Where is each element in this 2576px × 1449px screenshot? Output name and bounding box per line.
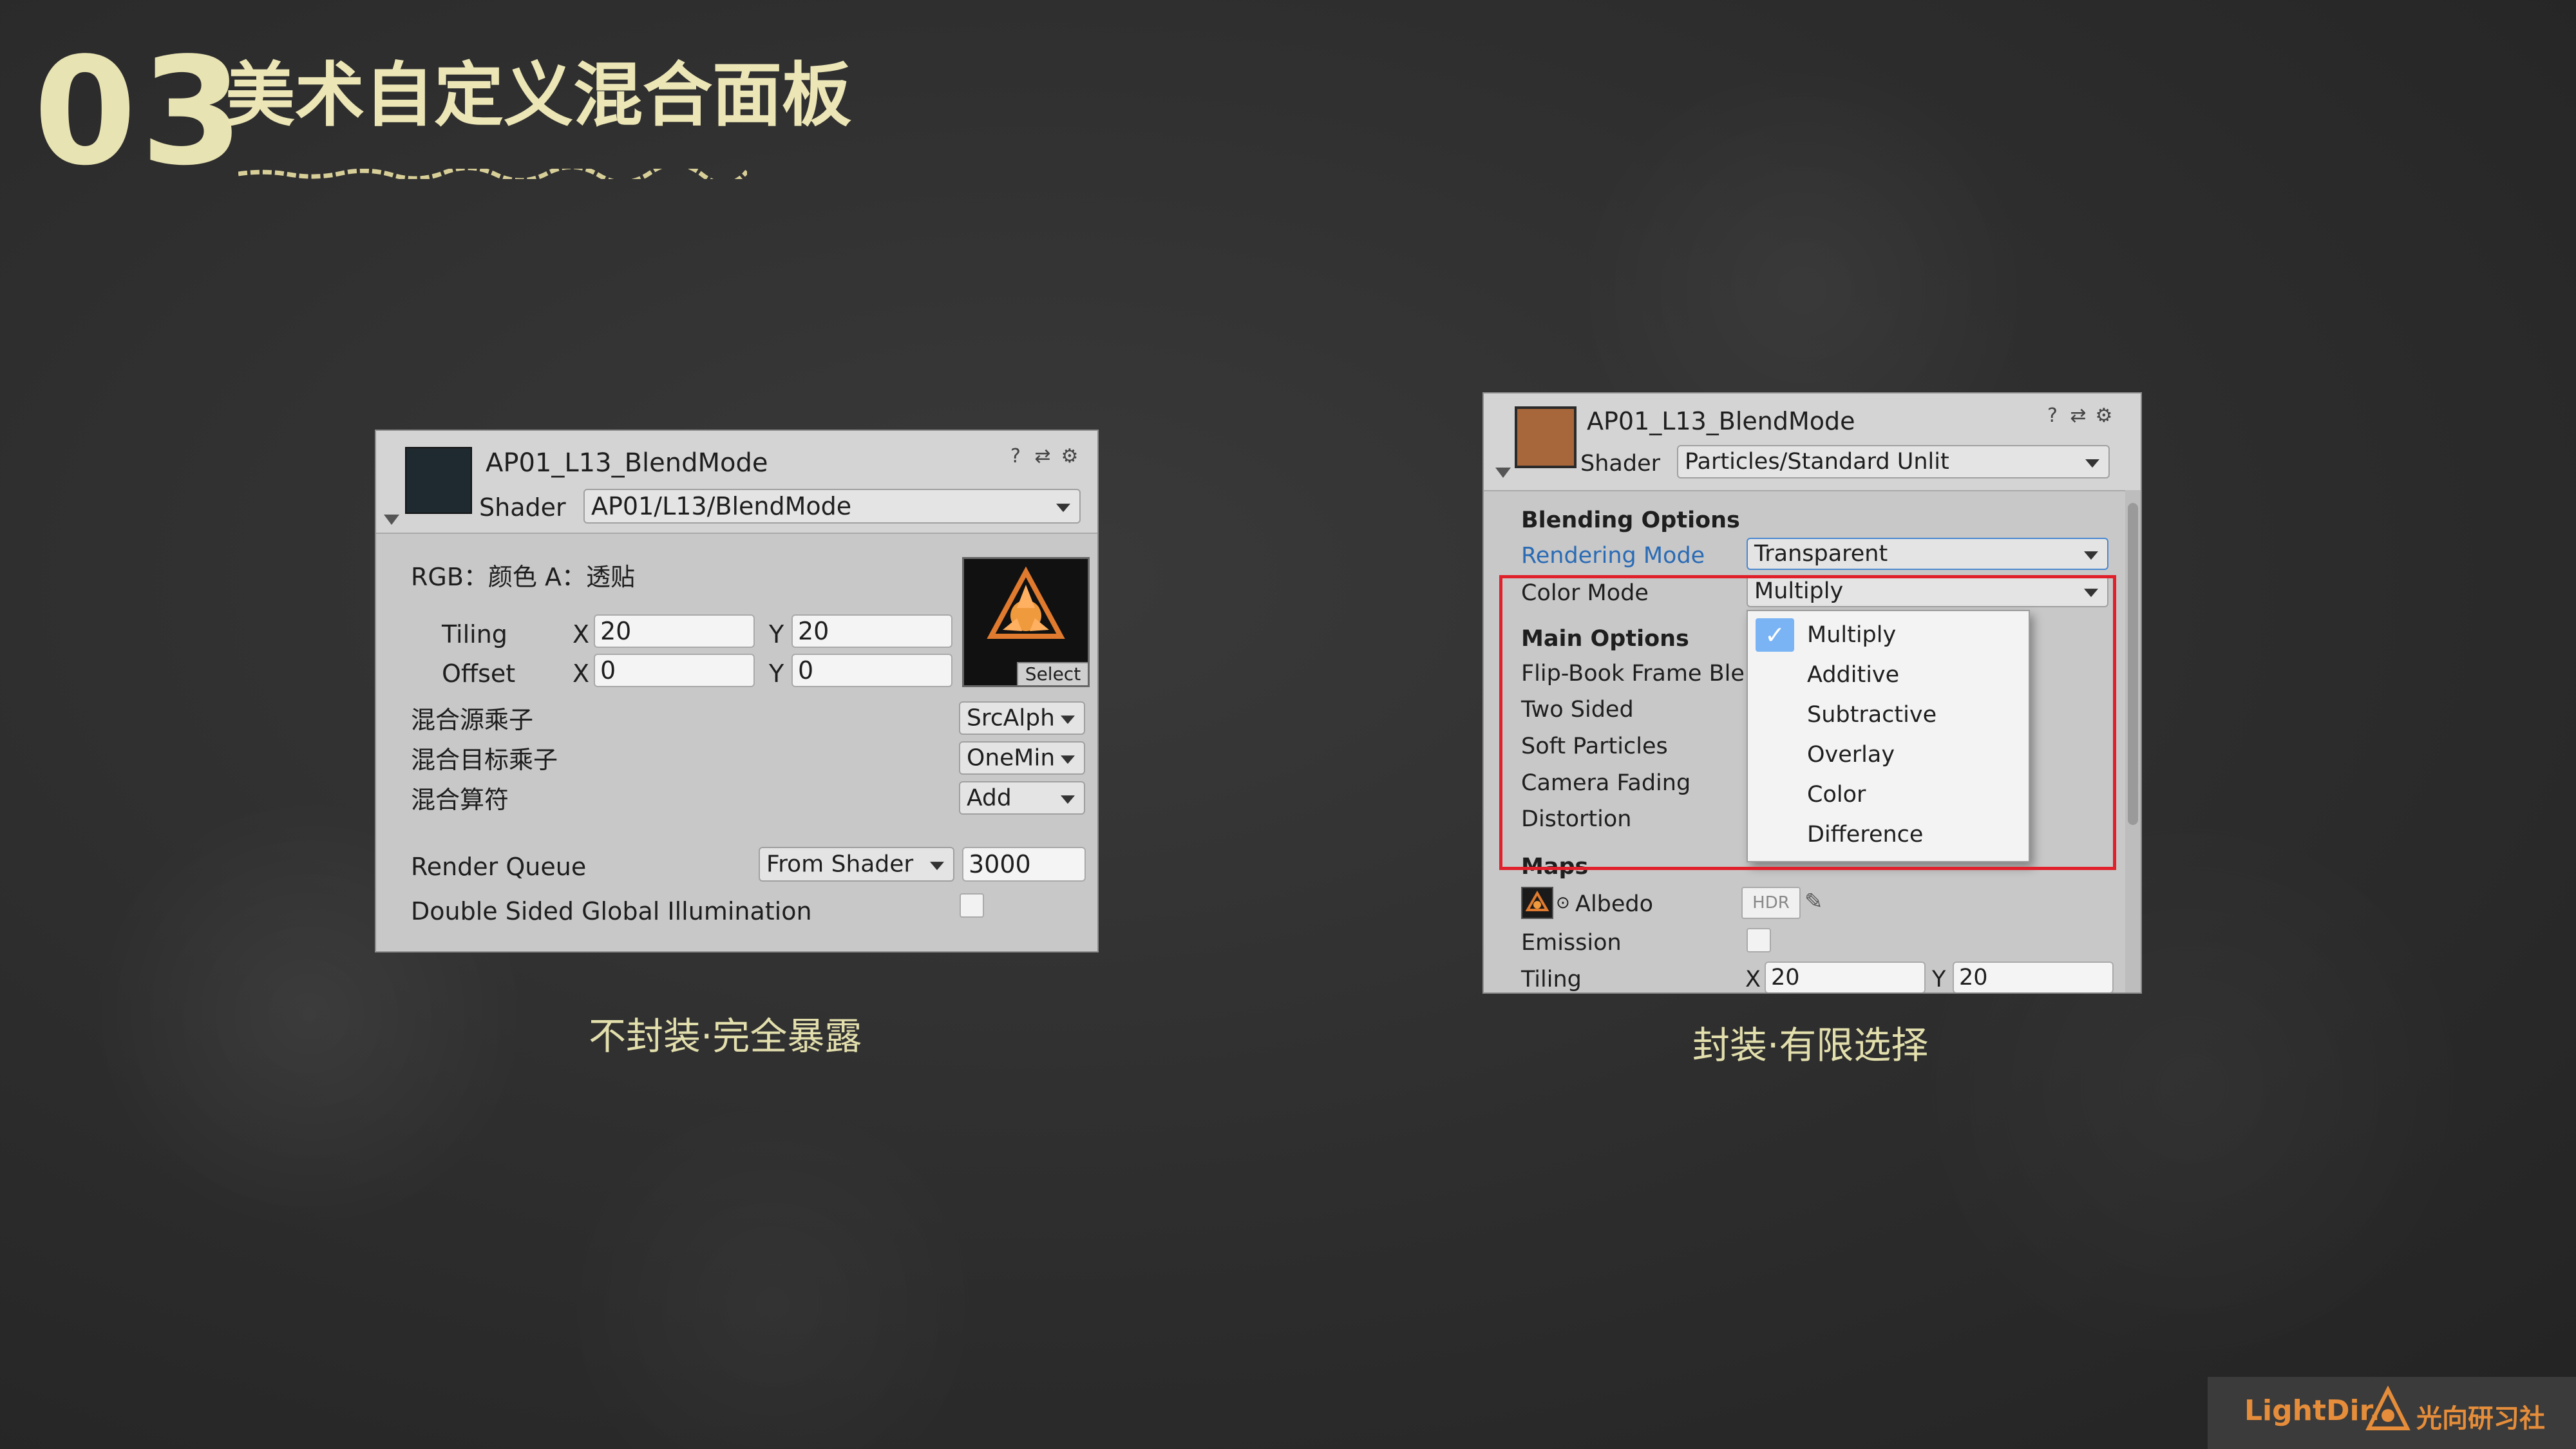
vertical-scrollbar[interactable]	[2125, 490, 2141, 992]
tiling-y-label: Y	[769, 620, 784, 649]
double-sided-gi-checkbox[interactable]	[960, 893, 984, 918]
foldout-arrow-icon[interactable]	[384, 515, 399, 525]
slide-title: 美术自定义混合面板	[225, 55, 852, 136]
title-underline	[238, 169, 747, 179]
albedo-texture-icon[interactable]	[1521, 887, 1553, 919]
chevron-down-icon	[2084, 551, 2098, 560]
tiling-y-field[interactable]: 20	[1953, 961, 2114, 992]
offset-label: Offset	[442, 659, 516, 688]
right-caption: 封装·有限选择	[1692, 1023, 1929, 1067]
tiling-x-label: X	[1745, 967, 1761, 992]
hdr-button[interactable]: HDR	[1741, 887, 1801, 919]
shader-label: Shader	[1580, 451, 1660, 477]
tiling-x-label: X	[573, 620, 590, 649]
albedo-label: Albedo	[1575, 891, 1654, 917]
preset-icon[interactable]: ⇄	[2069, 406, 2088, 426]
slide-number: 03	[33, 26, 248, 198]
right-inspector-panel: AP01_L13_BlendMode ? ⇄ ⚙ Shader Particle…	[1482, 392, 2142, 994]
texture-slot[interactable]: Select	[962, 557, 1090, 687]
chevron-down-icon	[1061, 755, 1075, 764]
foldout-arrow-icon[interactable]	[1495, 468, 1511, 478]
emission-checkbox[interactable]	[1747, 928, 1771, 952]
material-preview-thumbnail	[405, 447, 472, 514]
render-queue-field[interactable]: 3000	[962, 847, 1086, 882]
tiling-label: Tiling	[442, 620, 507, 649]
shader-dropdown[interactable]: Particles/Standard Unlit	[1677, 445, 2110, 478]
offset-x-label: X	[573, 659, 590, 688]
blend-op-label: 混合算符	[411, 786, 509, 814]
color-picker-icon[interactable]: ✎	[1804, 891, 1823, 913]
material-name: AP01_L13_BlendMode	[1587, 407, 1855, 435]
tiling-label: Tiling	[1521, 967, 1582, 992]
emission-label: Emission	[1521, 930, 1622, 956]
left-inspector-panel: AP01_L13_BlendMode ? ⇄ ⚙ Shader AP01/L13…	[375, 430, 1099, 952]
chevron-down-icon	[1061, 715, 1075, 724]
radiation-texture-icon	[987, 566, 1065, 639]
tiling-y-field[interactable]: 20	[791, 614, 952, 648]
shader-label: Shader	[479, 493, 566, 522]
tiling-x-field[interactable]: 20	[1765, 961, 1926, 992]
gear-icon[interactable]: ⚙	[1060, 447, 1079, 466]
blending-options-heading: Blending Options	[1521, 507, 1740, 533]
dst-factor-dropdown[interactable]: OneMin	[959, 741, 1085, 775]
tiling-y-label: Y	[1932, 967, 1946, 992]
watermark-brand: LightDir.	[2244, 1394, 2380, 1427]
tiling-x-field[interactable]: 20	[594, 614, 755, 648]
shader-dropdown[interactable]: AP01/L13/BlendMode	[583, 489, 1081, 524]
brand-logo-icon	[2365, 1386, 2410, 1430]
rendering-mode-dropdown[interactable]: Transparent	[1747, 538, 2108, 570]
chevron-down-icon	[1061, 795, 1075, 804]
chevron-down-icon	[930, 862, 944, 871]
blend-op-dropdown[interactable]: Add	[959, 781, 1085, 815]
highlight-box	[1499, 575, 2116, 870]
material-name: AP01_L13_BlendMode	[486, 448, 768, 478]
texture-select-button[interactable]: Select	[1017, 662, 1088, 685]
albedo-picker-icon[interactable]: ⊙	[1556, 895, 1570, 911]
help-icon[interactable]: ?	[1006, 447, 1025, 466]
dst-factor-label: 混合目标乘子	[411, 746, 558, 774]
src-factor-label: 混合源乘子	[411, 706, 534, 734]
texture-label: RGB：颜色 A：透贴	[411, 563, 635, 591]
chevron-down-icon	[1056, 504, 1070, 513]
watermark-brand-cn: 光向研习社	[2416, 1404, 2545, 1434]
render-queue-mode-dropdown[interactable]: From Shader	[759, 847, 954, 882]
chevron-down-icon	[2085, 459, 2099, 468]
offset-y-field[interactable]: 0	[791, 654, 952, 687]
scrollbar-thumb[interactable]	[2128, 503, 2138, 825]
help-icon[interactable]: ?	[2043, 406, 2062, 426]
left-caption: 不封装·完全暴露	[589, 1014, 862, 1058]
inspector-header: AP01_L13_BlendMode ? ⇄ ⚙ Shader AP01/L13…	[376, 431, 1097, 534]
inspector-header: AP01_L13_BlendMode ? ⇄ ⚙ Shader Particle…	[1484, 393, 2141, 491]
src-factor-dropdown[interactable]: SrcAlph	[959, 701, 1085, 735]
shader-dropdown-value: AP01/L13/BlendMode	[591, 492, 852, 520]
offset-x-field[interactable]: 0	[594, 654, 755, 687]
material-preview-thumbnail	[1515, 406, 1577, 468]
preset-icon[interactable]: ⇄	[1033, 447, 1052, 466]
gear-icon[interactable]: ⚙	[2094, 406, 2114, 426]
double-sided-gi-label: Double Sided Global Illumination	[411, 897, 812, 925]
rendering-mode-label: Rendering Mode	[1521, 543, 1705, 569]
radiation-texture-icon	[1525, 890, 1549, 911]
render-queue-label: Render Queue	[411, 853, 587, 881]
offset-y-label: Y	[769, 659, 784, 688]
